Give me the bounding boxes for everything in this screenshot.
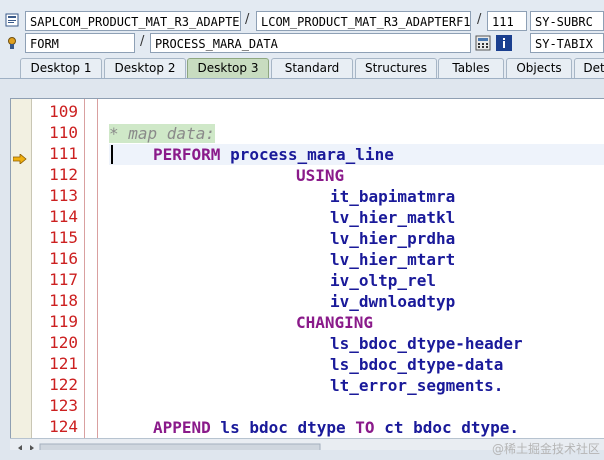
line-number: 115 [49,228,78,247]
code-keyword: USING [296,166,345,185]
code-area[interactable]: * map data: PERFORM process_mara_line US… [109,99,604,439]
line-number: 114 [49,207,78,226]
line-numbers: 109 110 111 112 113 114 115 116 117 118 … [32,99,92,439]
arrow-icon [12,149,27,165]
code-keyword: TO [355,418,375,437]
code-line: lv_hier_prdha [330,229,456,248]
tab-desktop-2[interactable]: Desktop 2 [104,58,186,78]
line-number: 116 [49,249,78,268]
line-number: 123 [49,396,78,415]
code-line: lv_hier_matkl [330,208,456,227]
code-keyword: PERFORM [153,145,221,164]
sysvar-field-2[interactable]: SY-TABIX [530,33,604,53]
header-bar: SAPLCOM_PRODUCT_MAT_R3_ADAPTER / LCOM_PR… [0,0,604,54]
line-number: 124 [49,417,78,436]
code-line: USING [296,165,344,186]
line-number: 120 [49,333,78,352]
code-line: APPEND ls bdoc dtype TO ct bdoc dtype. [153,417,519,438]
line-number: 117 [49,270,78,289]
code-line: ls_bdoc_dtype-header [330,334,523,353]
separator: / [140,34,145,49]
calculator-icon[interactable] [475,35,491,51]
code-line: iv_dwnloadtyp [330,292,456,311]
code-text: ct bdoc dtype. [374,418,520,437]
tab-det[interactable]: Det [574,58,604,78]
code-line: it_bapimatmra [330,187,456,206]
code-line: ls_bdoc_dtype-data [330,355,504,374]
line-number: 109 [49,102,78,121]
code-line: * map data: [109,123,215,144]
program-field[interactable]: SAPLCOM_PRODUCT_MAT_R3_ADAPTER [25,11,241,31]
form-icon [5,35,21,51]
line-number: 111 [49,144,78,163]
sysvar-field-1[interactable]: SY-SUBRC [530,11,604,31]
event-name-field[interactable]: PROCESS_MARA_DATA [150,33,471,53]
divider [97,99,98,439]
line-number: 112 [49,165,78,184]
tab-standard[interactable]: Standard [271,58,353,78]
divider [84,99,85,439]
line-number: 119 [49,312,78,331]
separator: / [477,12,482,27]
code-keyword: CHANGING [296,313,374,332]
event-type-field[interactable]: FORM [25,33,135,53]
code-keyword: APPEND [153,418,211,437]
line-number: 113 [49,186,78,205]
code-line: PERFORM process_mara_line [153,144,394,165]
tab-objects[interactable]: Objects [506,58,572,78]
tab-desktop-1[interactable]: Desktop 1 [20,58,102,78]
line-number: 110 [49,123,78,142]
code-comment: * map data: [109,124,215,143]
code-line: iv_oltp_rel [330,271,436,290]
line-number: 122 [49,375,78,394]
code-text: process_mara_line [220,145,394,164]
tab-structures[interactable]: Structures [355,58,437,78]
line-number: 118 [49,291,78,310]
line-number: 121 [49,354,78,373]
watermark: @稀土掘金技术社区 [491,442,600,456]
separator: / [245,12,250,27]
line-field[interactable]: 111 [487,11,527,31]
source-editor[interactable]: 109 110 111 112 113 114 115 116 117 118 … [10,98,604,439]
desktop-tabs: Desktop 1 Desktop 2 Desktop 3 Standard S… [0,54,604,79]
code-line: CHANGING [296,312,373,333]
code-line: lt_error_segments. [330,376,504,395]
code-line: lv_hier_mtart [330,250,456,269]
tab-desktop-3[interactable]: Desktop 3 [187,58,269,78]
program-icon [5,12,21,28]
code-text: ls bdoc dtype [210,418,356,437]
tab-tables[interactable]: Tables [438,58,504,78]
include-field[interactable]: LCOM_PRODUCT_MAT_R3_ADAPTERF10 [256,11,471,31]
info-icon[interactable] [496,35,512,51]
